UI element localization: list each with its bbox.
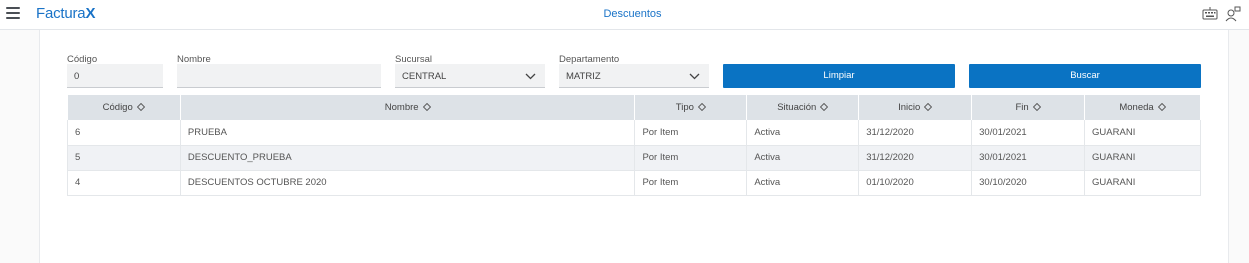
col-header-fin[interactable]: Fin — [971, 95, 1086, 120]
sort-icon[interactable] — [422, 102, 431, 114]
col-header-moneda[interactable]: Moneda — [1084, 95, 1201, 120]
cell-fin: 30/10/2020 — [971, 170, 1086, 195]
col-header-codigo[interactable]: Código — [67, 95, 181, 120]
right-rail — [1228, 30, 1249, 263]
cell-inicio: 31/12/2020 — [858, 145, 973, 170]
cell-inicio: 31/12/2020 — [858, 120, 973, 145]
page-title: Descuentos — [603, 8, 662, 20]
user-settings-icon[interactable] — [1225, 6, 1241, 22]
cell-codigo: 4 — [67, 170, 181, 195]
cell-nombre: PRUEBA — [180, 120, 636, 145]
buscar-button[interactable]: Buscar — [969, 64, 1201, 88]
sucursal-value: CENTRAL — [402, 71, 447, 82]
keyboard-icon[interactable] — [1202, 6, 1218, 22]
chevron-down-icon[interactable] — [525, 72, 536, 83]
col-header-nombre[interactable]: Nombre — [180, 95, 636, 120]
cell-moneda: GUARANI — [1084, 120, 1201, 145]
left-rail — [0, 30, 40, 263]
departamento-select[interactable]: MATRIZ — [559, 64, 709, 88]
cell-moneda: GUARANI — [1084, 145, 1201, 170]
cell-moneda: GUARANI — [1084, 170, 1201, 195]
table-row[interactable]: 5 DESCUENTO_PRUEBA Por Item Activa 31/12… — [67, 145, 1201, 170]
table-header-row: Código Nombre Tipo Situación Inicio Fin … — [67, 95, 1201, 120]
descuentos-table: Código Nombre Tipo Situación Inicio Fin … — [67, 95, 1201, 196]
codigo-input[interactable]: 0 — [67, 64, 163, 88]
cell-tipo: Por Item — [634, 145, 748, 170]
col-header-inicio[interactable]: Inicio — [858, 95, 973, 120]
sort-icon[interactable] — [924, 102, 933, 114]
cell-nombre: DESCUENTO_PRUEBA — [180, 145, 636, 170]
cell-situacion: Activa — [746, 170, 860, 195]
sort-icon[interactable] — [1032, 102, 1041, 114]
chevron-down-icon[interactable] — [689, 72, 700, 83]
table-row[interactable]: 4 DESCUENTOS OCTUBRE 2020 Por Item Activ… — [67, 170, 1201, 195]
cell-tipo: Por Item — [634, 120, 748, 145]
top-icons — [1202, 6, 1241, 22]
cell-situacion: Activa — [746, 145, 860, 170]
cell-fin: 30/01/2021 — [971, 145, 1086, 170]
sort-icon[interactable] — [136, 102, 145, 114]
cell-fin: 30/01/2021 — [971, 120, 1086, 145]
departamento-value: MATRIZ — [566, 71, 601, 82]
sort-icon[interactable] — [820, 102, 829, 114]
nombre-input[interactable] — [177, 64, 381, 88]
sort-icon[interactable] — [1157, 102, 1166, 114]
sort-icon[interactable] — [697, 102, 707, 114]
cell-codigo: 6 — [67, 120, 181, 145]
table-row[interactable]: 6 PRUEBA Por Item Activa 31/12/2020 30/0… — [67, 120, 1201, 145]
cell-nombre: DESCUENTOS OCTUBRE 2020 — [180, 170, 636, 195]
col-header-situacion[interactable]: Situación — [746, 95, 860, 120]
cell-tipo: Por Item — [634, 170, 748, 195]
top-bar: FacturaX Descuentos — [0, 0, 1249, 30]
cell-codigo: 5 — [67, 145, 181, 170]
limpiar-button[interactable]: Limpiar — [723, 64, 955, 88]
cell-situacion: Activa — [746, 120, 860, 145]
cell-inicio: 01/10/2020 — [858, 170, 973, 195]
col-header-tipo[interactable]: Tipo — [634, 95, 748, 120]
sucursal-select[interactable]: CENTRAL — [395, 64, 545, 88]
